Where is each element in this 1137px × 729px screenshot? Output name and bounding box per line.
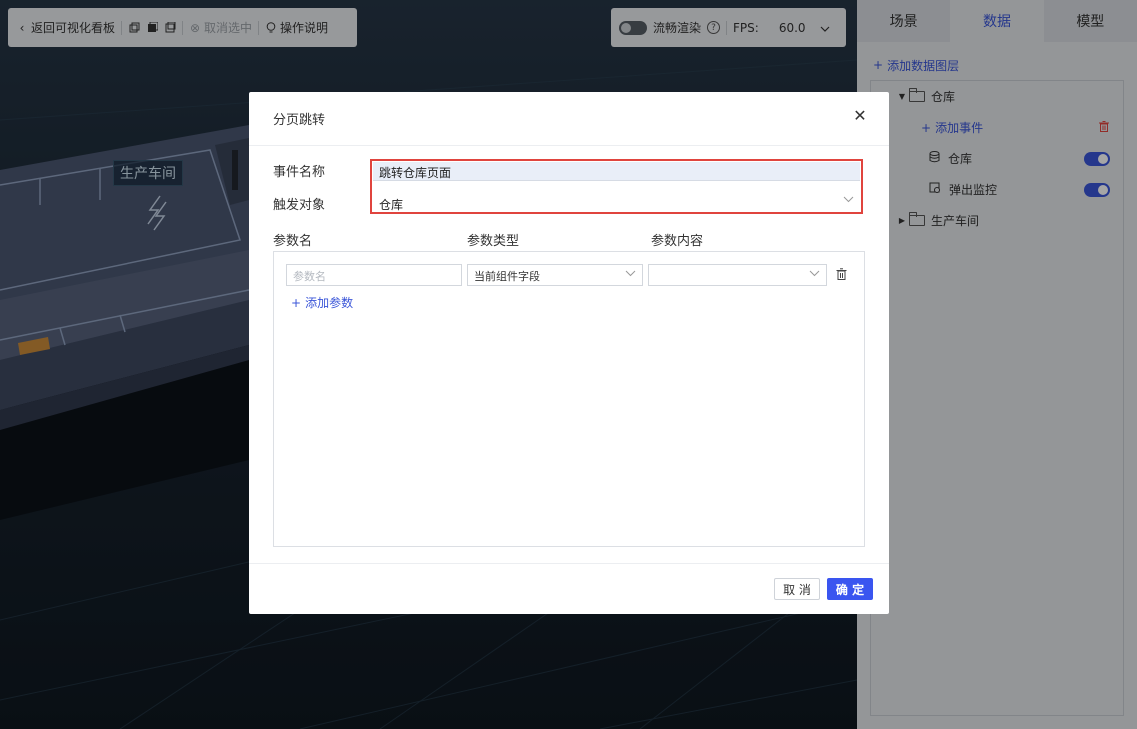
event-name-row: 事件名称 (273, 161, 369, 180)
close-icon[interactable]: ✕ (853, 108, 867, 124)
trash-icon[interactable] (836, 268, 847, 283)
chevron-down-icon (843, 195, 854, 206)
col-param-name: 参数名 (273, 234, 313, 249)
param-content-select[interactable] (648, 264, 827, 286)
add-param-button[interactable]: + 添加参数 (291, 294, 353, 311)
trigger-object-select[interactable]: 仓库 (373, 194, 860, 212)
event-name-input[interactable]: 跳转仓库页面 (373, 162, 860, 181)
param-name-input[interactable]: 参数名 (286, 264, 462, 286)
dialog-header: 分页跳转 ✕ (249, 92, 889, 146)
trigger-value: 仓库 (379, 198, 404, 212)
trigger-row: 触发对象 (273, 194, 369, 213)
page-jump-dialog: 分页跳转 ✕ 事件名称 触发对象 跳转仓库页面 仓库 参数名 参数类型 参数内容… (249, 92, 889, 614)
confirm-button[interactable]: 确 定 (827, 578, 873, 600)
dialog-title: 分页跳转 (273, 113, 326, 128)
event-name-label: 事件名称 (273, 165, 326, 180)
param-type-select[interactable]: 当前组件字段 (467, 264, 643, 286)
params-table: 参数名 当前组件字段 + 添加参数 (273, 251, 865, 547)
param-type-value: 当前组件字段 (474, 270, 540, 283)
col-param-type: 参数类型 (467, 234, 520, 249)
trigger-label: 触发对象 (273, 198, 326, 213)
chevron-down-icon (809, 269, 820, 280)
dialog-footer: 取 消 确 定 (249, 563, 889, 614)
param-name-placeholder: 参数名 (293, 270, 326, 283)
plus-icon: + (291, 295, 302, 310)
add-param-label: 添加参数 (305, 296, 354, 310)
col-param-content: 参数内容 (651, 234, 704, 249)
cancel-button[interactable]: 取 消 (774, 578, 820, 600)
chevron-down-icon (625, 269, 636, 280)
